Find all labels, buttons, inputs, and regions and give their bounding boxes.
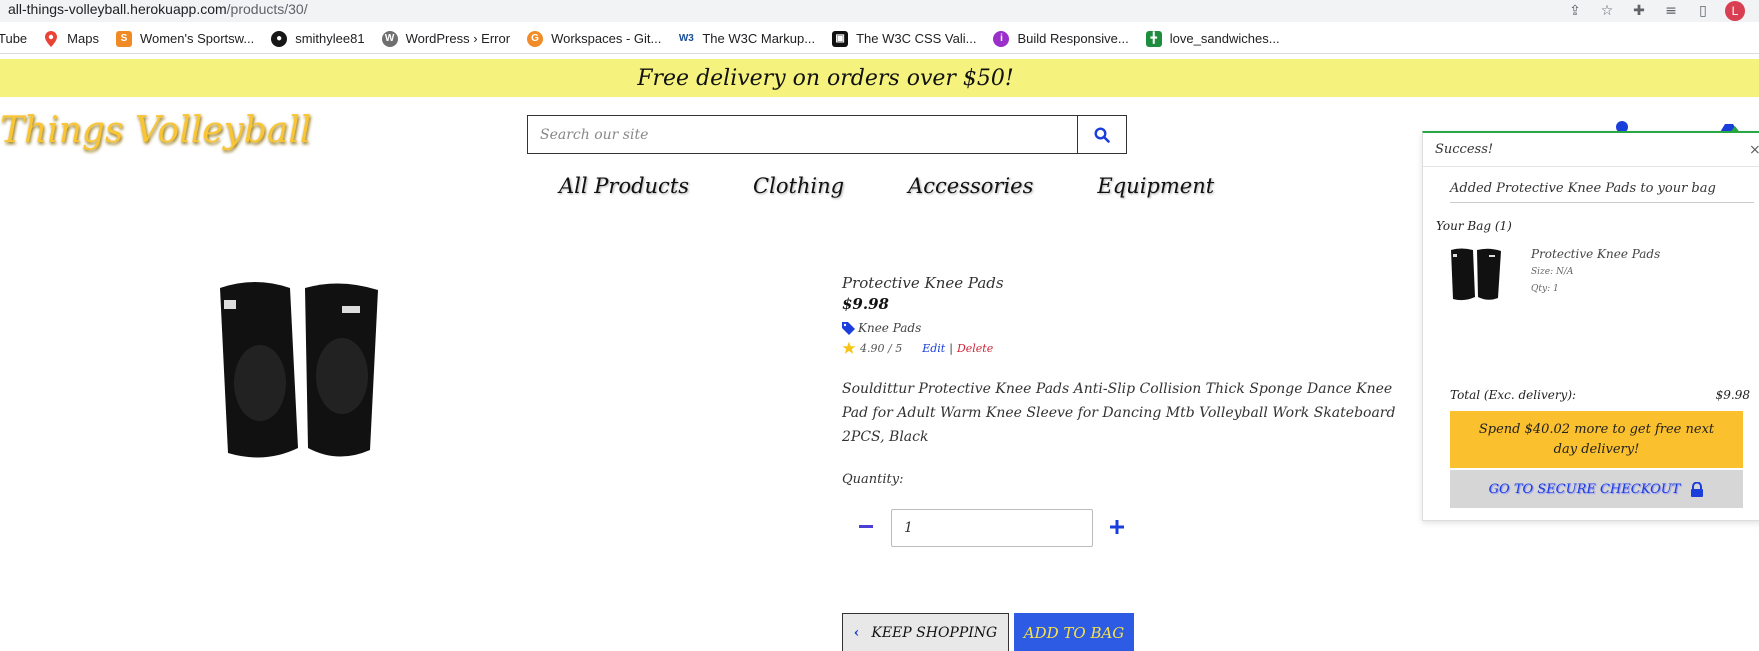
secure-checkout-button[interactable]: GO TO SECURE CHECKOUT [1450, 470, 1743, 508]
product-price: $9.98 [842, 295, 889, 313]
add-to-bag-button[interactable]: ADD TO BAG [1014, 613, 1134, 651]
w3c-icon: W3 [678, 33, 694, 44]
plus-icon [1110, 520, 1124, 534]
total-label: Total (Exc. delivery): [1450, 388, 1577, 402]
decrement-quantity-button[interactable] [856, 516, 876, 538]
star-icon [842, 341, 856, 354]
profile-avatar[interactable]: L [1725, 1, 1745, 21]
free-delivery-message: Spend $40.02 more to get free next day d… [1450, 411, 1743, 468]
bookmark-item[interactable]: ▣ The W3C CSS Vali... [832, 30, 976, 47]
main-nav: All Products Clothing Accessories Equipm… [559, 174, 1214, 198]
maps-icon [43, 30, 59, 47]
url-host: all-things-volleyball.herokuapp.com [8, 1, 227, 17]
bookmarks-bar: Tube Maps S Women's Sportsw... ● smithyl… [0, 24, 1759, 54]
browser-toolbar: ⇪ ☆ ✚ ≡ ▯ L [1559, 0, 1759, 22]
bookmark-item[interactable]: W WordPress › Error [381, 30, 510, 47]
quantity-label: Quantity: [842, 472, 904, 487]
bookmark-item[interactable]: Tube [0, 31, 27, 46]
promo-banner: Free delivery on orders over $50! [0, 59, 1759, 97]
success-toast: Success! × Added Protective Knee Pads to… [1422, 131, 1759, 521]
toast-title: Success! [1435, 142, 1494, 157]
bookmark-item[interactable]: Maps [43, 30, 99, 47]
bookmark-item[interactable]: i Build Responsive... [993, 30, 1129, 47]
bookmark-item[interactable]: ● smithylee81 [271, 30, 365, 47]
product-image[interactable] [210, 278, 390, 468]
sportswear-icon: S [115, 30, 132, 47]
link-separator: | [949, 341, 953, 355]
lock-icon [1690, 481, 1704, 497]
toast-message: Added Protective Knee Pads to your bag [1450, 181, 1754, 203]
url-text[interactable]: all-things-volleyball.herokuapp.com/prod… [8, 1, 308, 17]
product-category[interactable]: Knee Pads [842, 321, 1412, 335]
reading-list-icon[interactable]: ≡ [1655, 3, 1687, 19]
site-logo[interactable]: Things Volleyball [0, 110, 311, 151]
nav-clothing[interactable]: Clothing [753, 174, 844, 198]
product-details: Protective Knee Pads $9.98 Knee Pads 4.9… [842, 274, 1412, 449]
sheets-icon: ╋ [1145, 30, 1162, 47]
keep-shopping-button[interactable]: ‹ KEEP SHOPPING [842, 613, 1009, 651]
course-icon: i [993, 30, 1010, 47]
share-icon[interactable]: ⇪ [1559, 3, 1591, 19]
bookmark-item[interactable]: G Workspaces - Git... [527, 30, 661, 47]
tag-icon [842, 321, 855, 335]
nav-all-products[interactable]: All Products [559, 174, 689, 198]
product-description: Souldittur Protective Knee Pads Anti-Sli… [842, 381, 1396, 445]
product-rating-row: 4.90 / 5 Edit | Delete [842, 341, 1412, 355]
bag-item-size: Size: N/A [1531, 267, 1574, 277]
bag-total-row: Total (Exc. delivery): $9.98 [1450, 388, 1750, 402]
nav-equipment[interactable]: Equipment [1097, 174, 1214, 198]
w3c-css-icon: ▣ [832, 30, 849, 47]
chevron-left-icon: ‹ [853, 625, 860, 641]
category-label: Knee Pads [858, 321, 922, 335]
bookmark-item[interactable]: S Women's Sportsw... [115, 30, 254, 47]
checkout-label: GO TO SECURE CHECKOUT [1488, 481, 1681, 497]
quantity-input[interactable] [891, 509, 1093, 547]
total-value: $9.98 [1715, 388, 1750, 402]
search-input[interactable] [528, 116, 1077, 153]
search-form [527, 115, 1127, 154]
bookmark-star-icon[interactable]: ☆ [1591, 3, 1623, 19]
side-panel-icon[interactable]: ▯ [1687, 3, 1719, 19]
search-button[interactable] [1077, 116, 1126, 153]
extensions-icon[interactable]: ✚ [1623, 3, 1655, 19]
promo-text: Free delivery on orders over $50! [637, 65, 1014, 91]
wordpress-icon: W [381, 30, 398, 47]
product-name: Protective Knee Pads [842, 274, 1004, 292]
bookmark-item[interactable]: ╋ love_sandwiches... [1145, 30, 1280, 47]
increment-quantity-button[interactable] [1107, 516, 1127, 538]
url-path: /products/30/ [226, 1, 308, 17]
gitpod-icon: G [527, 30, 544, 47]
minus-icon [859, 525, 873, 528]
bag-item-name: Protective Knee Pads [1531, 247, 1661, 261]
rating-value: 4.90 / 5 [860, 341, 903, 355]
bookmark-item[interactable]: W3 The W3C Markup... [678, 31, 815, 47]
bag-item-qty: Qty: 1 [1531, 284, 1559, 294]
nav-accessories[interactable]: Accessories [908, 174, 1033, 198]
bag-item: Protective Knee Pads Size: N/A Qty: 1 [1423, 247, 1759, 337]
keep-shopping-label: KEEP SHOPPING [871, 625, 998, 641]
close-icon[interactable]: × [1749, 142, 1759, 158]
bag-title: Your Bag (1) [1436, 219, 1512, 233]
toast-header: Success! × [1423, 133, 1759, 167]
github-icon: ● [271, 30, 288, 47]
bag-item-thumbnail [1451, 248, 1501, 301]
edit-product-link[interactable]: Edit [922, 342, 945, 355]
delete-product-link[interactable]: Delete [957, 342, 993, 355]
browser-address-bar[interactable]: all-things-volleyball.herokuapp.com/prod… [0, 0, 1759, 22]
search-icon [1094, 126, 1110, 143]
